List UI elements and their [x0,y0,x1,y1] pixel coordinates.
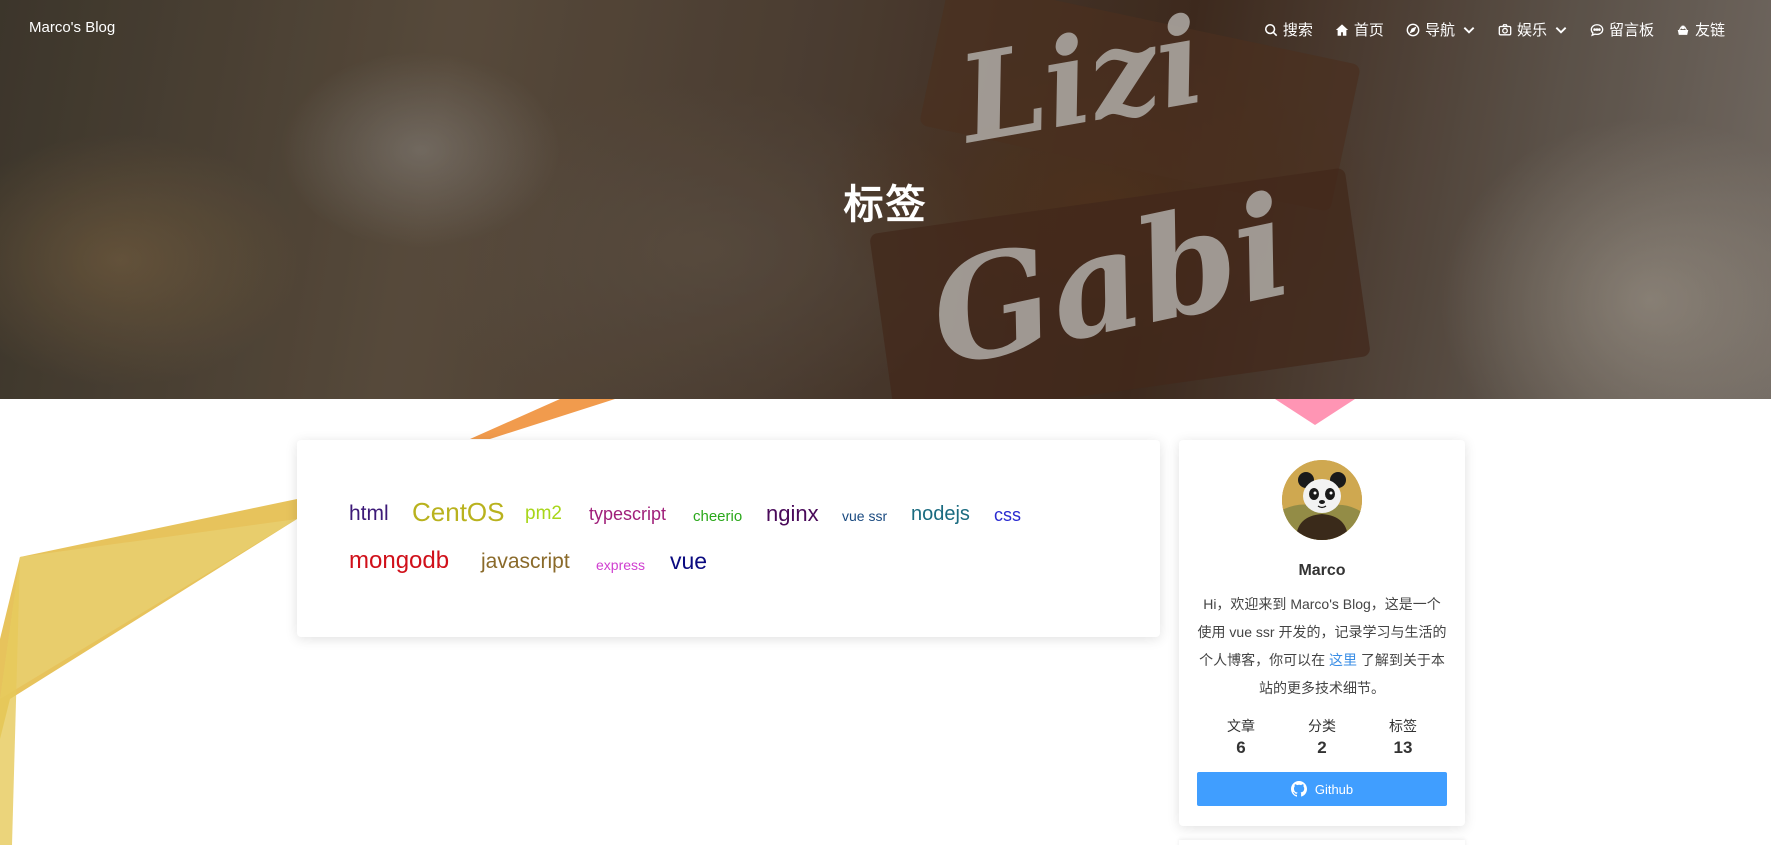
chat-icon [1590,23,1604,36]
camera-icon [1498,23,1512,35]
stat-value: 2 [1317,738,1327,757]
stat-label: 标签 [1389,718,1417,734]
nav-home[interactable]: 首页 [1335,19,1384,40]
tag-css[interactable]: css [994,505,1021,526]
tag-nodejs[interactable]: nodejs [911,503,970,526]
link-icon [1677,25,1689,35]
page-title: 标签 [843,183,928,227]
stat-label: 文章 [1227,718,1255,734]
nav-friend-links[interactable]: 友链 [1676,19,1725,40]
tag-mongodb[interactable]: mongodb [349,547,449,575]
tag-javascript[interactable]: javascript [481,550,570,574]
stat-value: 13 [1393,738,1413,757]
top-nav: 搜索 首页 导航 娱乐 留言板 友链 [1264,19,1725,40]
nav-guestbook[interactable]: 留言板 [1590,19,1654,40]
nav-label: 友链 [1694,22,1725,39]
profile-stats: 文章 6 分类 2 标签 13 [1197,716,1447,758]
github-label: Github [1314,781,1354,797]
tag-pm2[interactable]: pm2 [525,503,562,525]
search-icon [1264,23,1278,36]
nav-label: 娱乐 [1516,22,1547,39]
profile-name: Marco [1298,562,1346,579]
tag-nginx[interactable]: nginx [766,501,819,527]
stat-tags[interactable]: 标签 13 [1363,716,1443,758]
avatar[interactable] [1282,460,1362,540]
tag-centos[interactable]: CentOS [412,497,505,528]
github-icon [1290,781,1307,797]
stat-categories[interactable]: 分类 2 [1282,716,1362,758]
bio-link[interactable]: 这里 [1329,652,1357,668]
nav-guide[interactable]: 导航 [1406,19,1476,40]
stat-articles[interactable]: 文章 6 [1201,716,1281,758]
panda-avatar-image [1282,460,1362,540]
github-button[interactable]: Github [1197,772,1447,806]
tag-express[interactable]: express [596,557,645,573]
nav-label: 搜索 [1282,22,1313,39]
compass-icon [1406,23,1420,36]
chevron-down-icon [1555,26,1567,34]
nav-entertainment[interactable]: 娱乐 [1498,19,1568,40]
site-brand[interactable]: Marco's Blog [29,19,115,36]
hero-banner: Lizi Gabi Marco's Blog 搜索 首页 导航 娱乐 留言板 友… [0,0,1771,399]
stat-value: 6 [1236,738,1246,757]
nav-label: 导航 [1424,22,1455,39]
stat-label: 分类 [1308,718,1336,734]
profile-bio: Hi，欢迎来到 Marco's Blog，这是一个使用 vue ssr 开发的，… [1197,590,1447,702]
tag-vue-ssr[interactable]: vue ssr [842,508,887,524]
nav-label: 留言板 [1608,22,1654,39]
tag-typescript[interactable]: typescript [589,504,666,525]
tag-html[interactable]: html [349,502,389,526]
profile-card: Marco Hi，欢迎来到 Marco's Blog，这是一个使用 vue ss… [1179,440,1465,826]
tag-vue[interactable]: vue [670,548,707,575]
home-icon [1335,23,1349,36]
chevron-down-icon [1463,26,1475,34]
tag-cloud-card: html CentOS pm2 typescript cheerio nginx… [297,440,1160,637]
nav-label: 首页 [1353,22,1384,39]
next-card-edge [1179,840,1465,845]
nav-search[interactable]: 搜索 [1264,19,1313,40]
tag-cheerio[interactable]: cheerio [693,508,742,525]
